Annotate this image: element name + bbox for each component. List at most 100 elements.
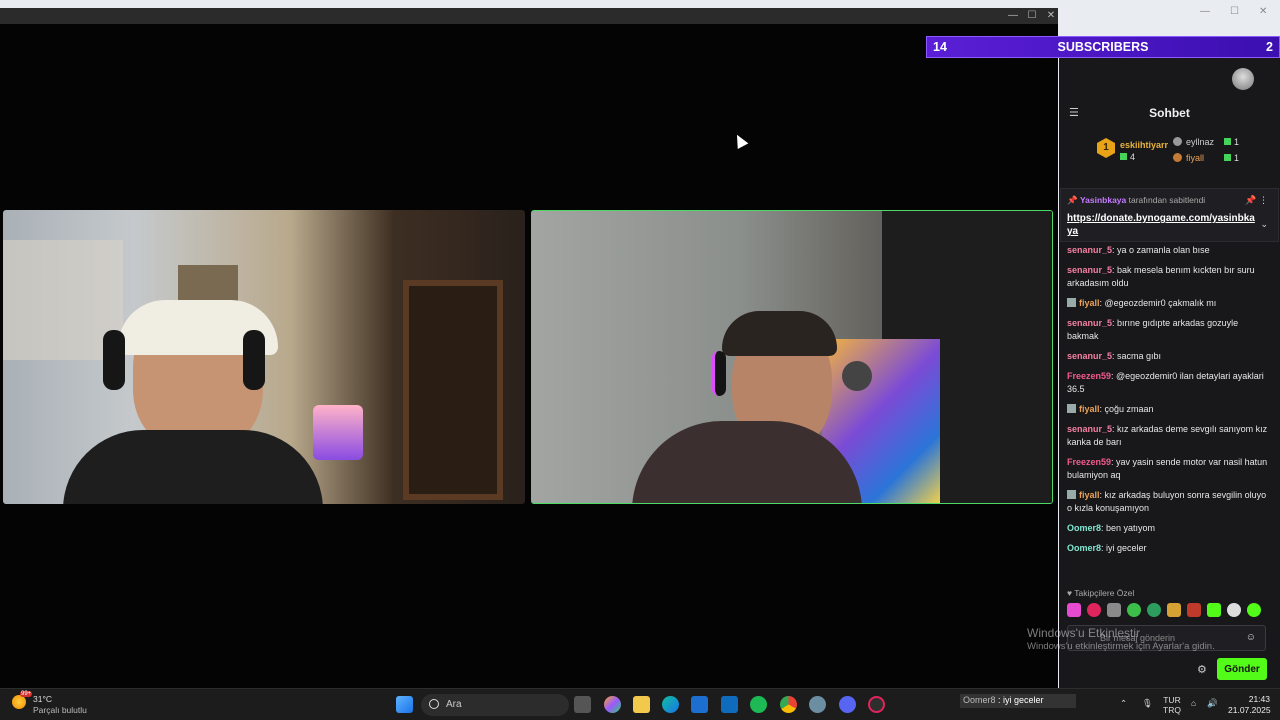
pinned-message: 📌 Yasinbkaya tarafından sabitlendi https… — [1060, 188, 1279, 242]
emote-icon[interactable] — [1207, 603, 1221, 617]
gift-icon — [1120, 153, 1127, 160]
file-explorer-icon[interactable] — [633, 696, 650, 713]
leader-value-3-text: 1 — [1234, 153, 1240, 163]
leader-name-3[interactable]: fiyall — [1173, 153, 1204, 163]
emote-icon[interactable] — [1067, 603, 1081, 617]
chat-message: senanur_5: ya o zamanla olan bıse — [1059, 244, 1280, 257]
emoji-picker-icon[interactable]: ☺ — [1246, 632, 1256, 643]
silver-medal-icon — [1173, 137, 1182, 146]
emote-icon[interactable] — [1167, 603, 1181, 617]
copilot-icon[interactable] — [604, 696, 621, 713]
settings-app-icon[interactable] — [809, 696, 826, 713]
store-icon[interactable] — [691, 696, 708, 713]
chat-title: Sohbet — [1149, 106, 1190, 120]
chat-message-text: : @egeozdemir0 çakmalık mı — [1099, 298, 1217, 308]
user-avatar[interactable] — [1232, 68, 1254, 90]
chat-username[interactable]: Freezen59 — [1067, 457, 1111, 467]
leader-value-2: 1 — [1224, 137, 1239, 147]
video-titlebar: — ☐ ✕ — [0, 8, 1058, 24]
leader-name-1[interactable]: eskiihtiyarr — [1120, 140, 1168, 150]
obs-icon[interactable] — [868, 696, 885, 713]
followers-only-text: Takipçilere Özel — [1074, 588, 1135, 598]
minimize-icon[interactable]: — — [1004, 8, 1022, 24]
subscribers-goal-count: 2 — [1266, 40, 1273, 54]
taskbar-search[interactable]: Ara — [421, 694, 569, 716]
search-icon — [429, 699, 439, 709]
close-icon[interactable]: ✕ — [1042, 8, 1060, 24]
weather-desc: Parçalı bulutlu — [33, 705, 87, 715]
chat-username[interactable]: senanur_5 — [1067, 424, 1112, 434]
weather-temp: 31°C — [33, 694, 52, 704]
chat-username[interactable]: Oomer8 — [1067, 543, 1101, 553]
webcam-feed-left — [3, 210, 525, 504]
edge-browser-icon[interactable] — [662, 696, 679, 713]
chat-message-text: : çoğu zmaan — [1099, 404, 1154, 414]
bg-close-icon[interactable]: ✕ — [1259, 6, 1267, 17]
chat-username[interactable]: fiyall — [1079, 404, 1100, 414]
chat-message-text: : iyi geceler — [1101, 543, 1147, 553]
system-clock[interactable]: 21:43 21.07.2025 — [1228, 694, 1271, 716]
subscribers-current-count: 14 — [933, 40, 947, 54]
lang-bottom: TRQ — [1163, 705, 1181, 715]
chrome-icon[interactable] — [780, 696, 797, 713]
leader-name-2-text: eyllnaz — [1186, 137, 1215, 147]
discord-icon[interactable] — [839, 696, 856, 713]
chat-message-text: : ya o zamanla olan bıse — [1112, 245, 1210, 255]
emote-icon[interactable] — [1247, 603, 1261, 617]
send-button[interactable]: Gönder — [1217, 658, 1267, 680]
emote-icon[interactable] — [1147, 603, 1161, 617]
gift-icon — [1224, 138, 1231, 145]
language-indicator[interactable]: TUR TRQ — [1163, 695, 1181, 715]
search-placeholder: Ara — [446, 699, 462, 710]
bg-minimize-icon[interactable]: — — [1200, 6, 1210, 17]
pinned-by-user[interactable]: Yasinbkaya — [1080, 195, 1126, 205]
pinned-donate-link[interactable]: https://donate.bynogame.com/yasinbkaya — [1067, 212, 1255, 238]
chat-message: Freezen59: yav yasin sende motor var nas… — [1059, 456, 1280, 482]
chat-username[interactable]: Oomer8 — [1067, 523, 1101, 533]
chat-username[interactable]: fiyall — [1079, 490, 1100, 500]
emote-icon[interactable] — [1087, 603, 1101, 617]
chat-username[interactable]: senanur_5 — [1067, 245, 1112, 255]
windows-start-icon[interactable] — [396, 696, 413, 713]
collapse-chat-icon[interactable]: ☰ — [1069, 98, 1079, 128]
emote-icon[interactable] — [1127, 603, 1141, 617]
network-icon[interactable]: ⌂ — [1191, 698, 1196, 708]
spotify-icon[interactable] — [750, 696, 767, 713]
chat-message: senanur_5: bırıne gıdıpte arkadas gozuyl… — [1059, 317, 1280, 343]
chevron-down-icon[interactable]: ⌄ — [1260, 219, 1268, 230]
chat-message: senanur_5: kız arkadas deme sevgılı sanı… — [1059, 423, 1280, 449]
chat-top-bar — [1059, 58, 1280, 98]
chat-username[interactable]: fiyall — [1079, 298, 1100, 308]
chat-message: senanur_5: sacma gıbı — [1059, 350, 1280, 363]
emote-icon[interactable] — [1227, 603, 1241, 617]
chat-settings-gear-icon[interactable]: ⚙ — [1197, 663, 1207, 676]
tray-notification[interactable]: Oomer8 : iyi geceler — [960, 694, 1076, 708]
pinned-by: 📌 Yasinbkaya tarafından sabitlendi — [1067, 195, 1206, 205]
chat-username[interactable]: senanur_5 — [1067, 351, 1112, 361]
chat-message-text: : sacma gıbı — [1112, 351, 1162, 361]
bg-maximize-icon[interactable]: ☐ — [1230, 6, 1239, 17]
chat-header: ☰ Sohbet — [1059, 98, 1280, 128]
volume-icon[interactable]: 🔊 — [1207, 698, 1218, 709]
outlook-icon[interactable] — [721, 696, 738, 713]
chat-username[interactable]: senanur_5 — [1067, 265, 1112, 275]
task-view-icon[interactable] — [574, 696, 591, 713]
emote-icon[interactable] — [1187, 603, 1201, 617]
chat-message-list: senanur_5: ya o zamanla olan bıse senanur… — [1059, 244, 1280, 562]
clock-time: 21:43 — [1248, 694, 1270, 704]
chat-message: Freezen59: @egeozdemir0 ilan detaylari a… — [1059, 370, 1280, 396]
chat-username[interactable]: senanur_5 — [1067, 318, 1112, 328]
leader-value-3: 1 — [1224, 153, 1239, 163]
emote-icon[interactable] — [1107, 603, 1121, 617]
chat-message: Oomer8: ben yatıyom — [1059, 522, 1280, 535]
leader-name-2[interactable]: eyllnaz — [1173, 137, 1214, 147]
rank-badge-icon: 1 — [1097, 138, 1115, 158]
chat-username[interactable]: Freezen59 — [1067, 371, 1111, 381]
leader-value-2-text: 1 — [1234, 137, 1240, 147]
pin-options-icon[interactable]: 📌 ⋮ — [1245, 195, 1268, 206]
maximize-icon[interactable]: ☐ — [1023, 8, 1041, 24]
subscribers-label: SUBSCRIBERS — [1057, 40, 1149, 54]
chevron-up-icon[interactable]: ⌃ — [1120, 698, 1127, 709]
subscribers-goal-bar: 14 SUBSCRIBERS 2 — [926, 36, 1280, 58]
microphone-icon[interactable]: 🎙 — [1142, 698, 1153, 709]
